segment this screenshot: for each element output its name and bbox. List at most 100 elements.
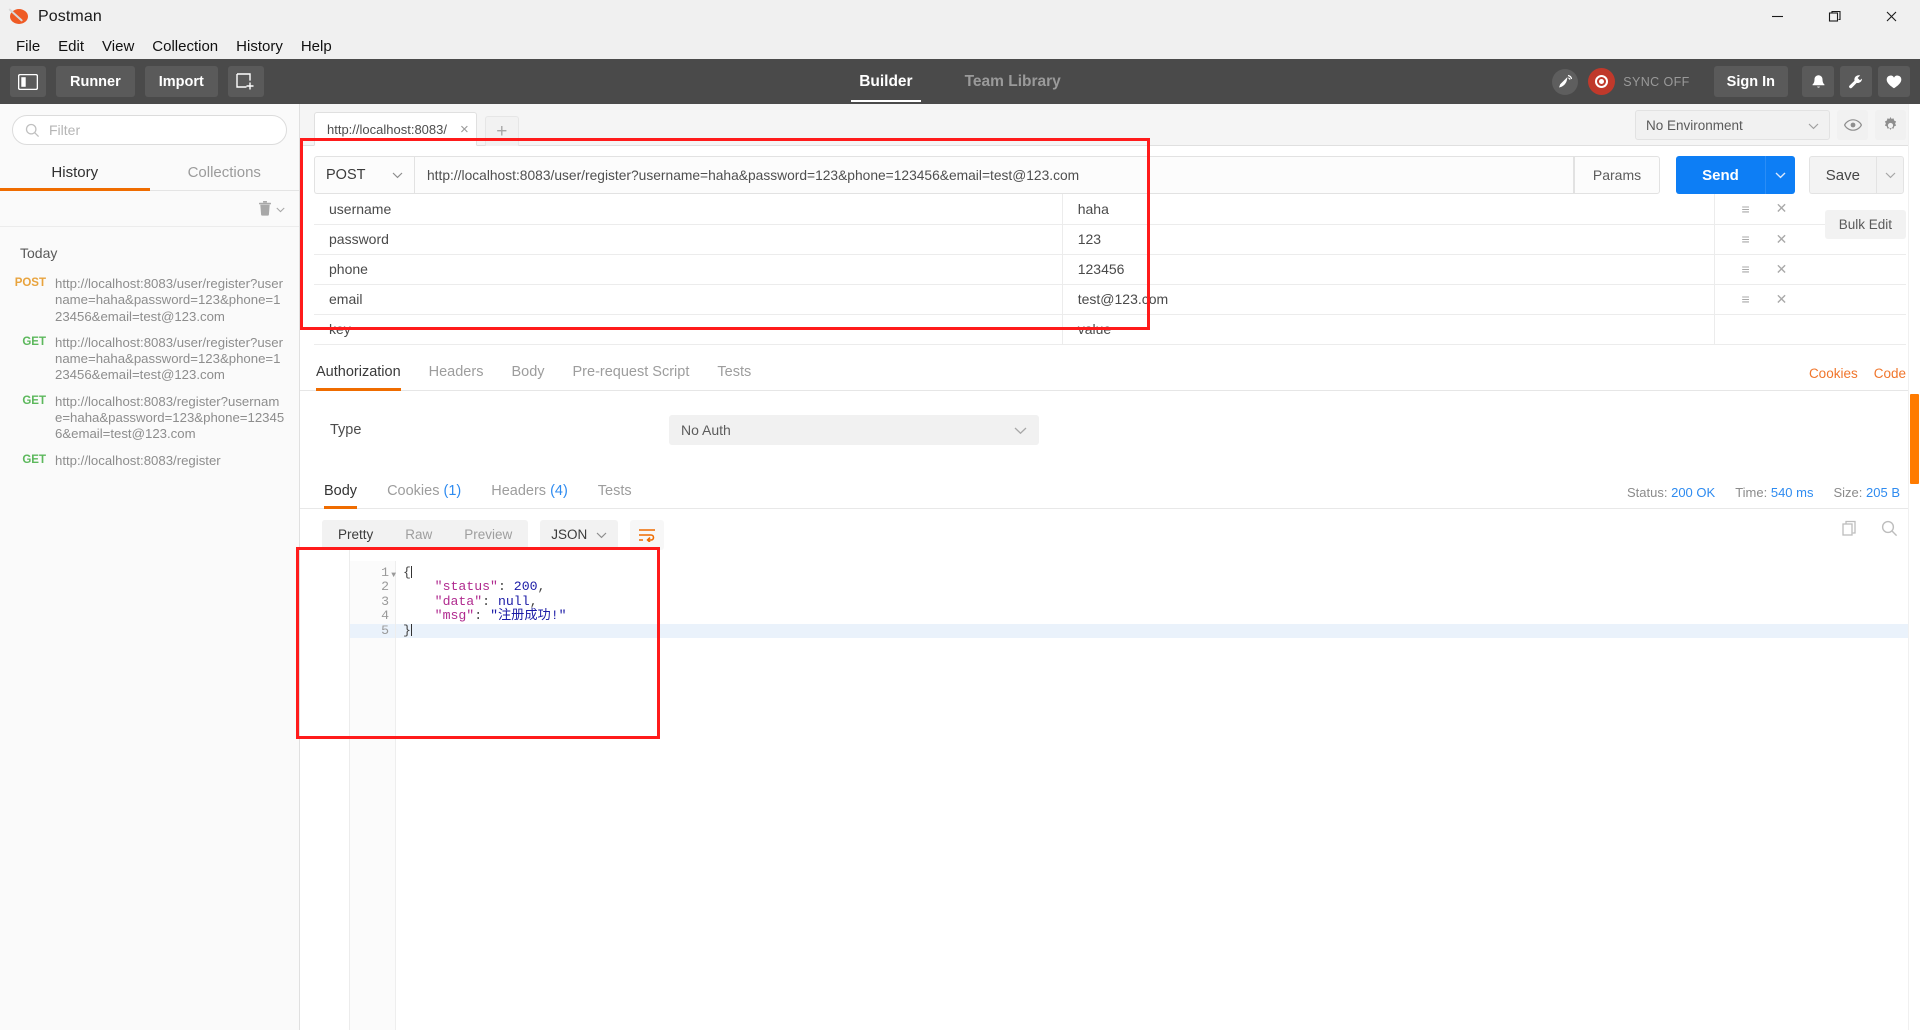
response-controls: Pretty Raw Preview JSON — [300, 509, 1920, 550]
param-value-placeholder[interactable]: value — [1061, 314, 1715, 345]
view-mode-preview[interactable]: Preview — [448, 520, 528, 549]
param-value[interactable]: 123 — [1061, 224, 1715, 255]
bulk-edit-button[interactable]: Bulk Edit — [1824, 210, 1906, 239]
response-tab-body[interactable]: Body — [314, 483, 372, 509]
tab-authorization[interactable]: Authorization — [314, 364, 415, 391]
table-row[interactable]: username haha ≡ ✕ — [314, 194, 1906, 225]
cookies-link[interactable]: Cookies — [1809, 366, 1858, 381]
table-row[interactable]: email test@123.com ≡ ✕ — [314, 284, 1906, 315]
reorder-icon[interactable]: ≡ — [1741, 261, 1749, 277]
scrollbar-thumb[interactable] — [1910, 394, 1919, 484]
tab-headers[interactable]: Headers — [415, 364, 498, 390]
http-method-select[interactable]: POST — [314, 156, 414, 194]
import-button[interactable]: Import — [144, 66, 218, 97]
param-value[interactable]: test@123.com — [1061, 284, 1715, 315]
code-token: : — [497, 579, 514, 595]
heart-icon[interactable] — [1878, 66, 1910, 97]
list-item[interactable]: GET http://localhost:8083/register?usern… — [0, 389, 299, 448]
authorization-panel: Type No Auth — [300, 391, 1920, 445]
request-url-input[interactable]: http://localhost:8083/user/register?user… — [414, 156, 1574, 194]
params-toggle-button[interactable]: Params — [1573, 156, 1661, 194]
param-key[interactable]: phone — [314, 254, 1063, 285]
save-options-button[interactable] — [1876, 156, 1904, 194]
minimize-button[interactable] — [1749, 0, 1806, 33]
auth-type-select[interactable]: No Auth — [669, 414, 1039, 445]
editor-code[interactable]: { "status": 200, "data": null, "msg": "注… — [396, 561, 1920, 1030]
table-row[interactable]: phone 123456 ≡ ✕ — [314, 254, 1906, 285]
search-icon[interactable] — [1881, 520, 1898, 542]
param-value[interactable]: 123456 — [1061, 254, 1715, 285]
tab-team-library[interactable]: Team Library — [961, 62, 1065, 102]
tab-body[interactable]: Body — [497, 364, 558, 390]
close-icon[interactable]: × — [460, 122, 469, 137]
reorder-icon[interactable]: ≡ — [1741, 291, 1749, 307]
runner-button[interactable]: Runner — [56, 66, 135, 97]
param-value[interactable]: haha — [1061, 194, 1715, 225]
response-tab-tests[interactable]: Tests — [583, 483, 647, 508]
view-mode-raw[interactable]: Raw — [389, 520, 448, 549]
response-body-wrap: 1 ▼ 2 3 4 5 { "status": 200, "data": nul… — [350, 550, 1920, 1030]
close-button[interactable] — [1863, 0, 1920, 33]
chevron-down-icon — [596, 527, 607, 542]
gear-icon[interactable] — [1875, 110, 1906, 140]
toolbar-right-group: SYNC OFF Sign In — [1552, 59, 1910, 104]
param-key-placeholder[interactable]: key — [314, 314, 1063, 345]
delete-param-icon[interactable]: ✕ — [1776, 261, 1788, 278]
list-item[interactable]: GET http://localhost:8083/register — [0, 448, 299, 474]
tab-builder[interactable]: Builder — [851, 62, 922, 102]
new-request-tab-button[interactable]: + — [484, 116, 519, 146]
list-item[interactable]: POST http://localhost:8083/user/register… — [0, 271, 299, 330]
menu-view[interactable]: View — [93, 36, 143, 57]
reorder-icon[interactable]: ≡ — [1741, 231, 1749, 247]
satellite-icon[interactable] — [1552, 68, 1579, 95]
code-link[interactable]: Code — [1874, 366, 1906, 381]
sidebar-tab-history[interactable]: History — [0, 155, 150, 191]
reorder-icon[interactable]: ≡ — [1741, 201, 1749, 217]
view-mode-pretty[interactable]: Pretty — [322, 520, 390, 549]
response-format-select[interactable]: JSON — [540, 520, 619, 549]
table-row[interactable]: password 123 ≡ ✕ — [314, 224, 1906, 255]
response-tab-headers[interactable]: Headers (4) — [476, 483, 583, 508]
menu-help[interactable]: Help — [292, 36, 341, 57]
menu-collection[interactable]: Collection — [143, 36, 227, 57]
delete-param-icon[interactable]: ✕ — [1776, 200, 1788, 217]
clear-history-button[interactable] — [258, 200, 285, 218]
eye-icon[interactable] — [1837, 110, 1868, 140]
param-key[interactable]: password — [314, 224, 1063, 255]
vertical-scrollbar[interactable] — [1908, 104, 1920, 1030]
menu-edit[interactable]: Edit — [49, 36, 93, 57]
new-window-button[interactable] — [227, 66, 264, 97]
tab-pre-request-script[interactable]: Pre-request Script — [559, 364, 704, 390]
delete-param-icon[interactable]: ✕ — [1776, 291, 1788, 308]
list-item[interactable]: GET http://localhost:8083/user/register?… — [0, 330, 299, 389]
param-key[interactable]: username — [314, 194, 1063, 225]
maximize-button[interactable] — [1806, 0, 1863, 33]
history-list[interactable]: Today POST http://localhost:8083/user/re… — [0, 227, 299, 1030]
chevron-down-icon — [392, 167, 403, 183]
response-tab-cookies[interactable]: Cookies (1) — [372, 483, 476, 508]
filter-input[interactable] — [49, 122, 274, 138]
bell-icon[interactable] — [1802, 66, 1834, 97]
copy-icon[interactable] — [1842, 520, 1859, 542]
history-method: GET — [22, 453, 46, 466]
send-options-button[interactable] — [1764, 156, 1795, 194]
chevron-down-icon — [1014, 422, 1027, 438]
sync-status-icon[interactable] — [1588, 68, 1616, 95]
wrench-icon[interactable] — [1840, 66, 1872, 97]
send-button[interactable]: Send — [1676, 156, 1765, 194]
word-wrap-icon[interactable] — [630, 519, 665, 550]
table-row-empty[interactable]: key value — [314, 314, 1906, 345]
sidebar-toggle-button[interactable] — [10, 66, 46, 97]
menu-history[interactable]: History — [227, 36, 292, 57]
sign-in-button[interactable]: Sign In — [1713, 66, 1788, 97]
save-button[interactable]: Save — [1808, 156, 1876, 194]
tab-tests[interactable]: Tests — [703, 364, 765, 390]
response-body-editor[interactable]: 1 ▼ 2 3 4 5 { "status": 200, "data": nul… — [350, 560, 1920, 1030]
menu-file[interactable]: File — [7, 36, 49, 57]
delete-param-icon[interactable]: ✕ — [1776, 231, 1788, 248]
sidebar-tab-collections[interactable]: Collections — [150, 155, 300, 190]
filter-box[interactable] — [12, 115, 287, 145]
param-key[interactable]: email — [314, 284, 1063, 315]
environment-select[interactable]: No Environment — [1635, 110, 1830, 140]
request-tab[interactable]: http://localhost:8083/ × — [314, 112, 477, 146]
